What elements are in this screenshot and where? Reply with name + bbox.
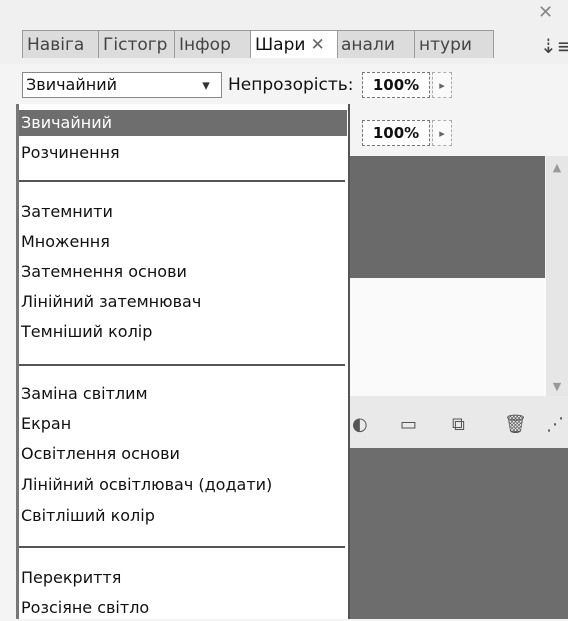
blend-option-multiply[interactable]: Множення bbox=[19, 229, 347, 255]
blend-option-linear-burn[interactable]: Лінійний затемнювач bbox=[19, 289, 347, 315]
new-layer-icon[interactable]: ⧉ bbox=[452, 414, 465, 435]
blend-option-color-dodge[interactable]: Освітлення основи bbox=[19, 441, 347, 467]
blend-mode-value: Звичайний bbox=[26, 75, 117, 94]
blend-option-dissolve[interactable]: Розчинення bbox=[19, 140, 347, 166]
tab-label: Шари bbox=[255, 35, 306, 55]
tab-label: анали bbox=[341, 35, 395, 55]
tab-label: Інфор bbox=[179, 35, 231, 55]
tab-navigator[interactable]: Навіга bbox=[22, 30, 100, 58]
adjustment-layer-icon[interactable]: ◐ bbox=[352, 414, 368, 435]
panel-menu-icon[interactable]: ⇣≡ bbox=[540, 34, 568, 58]
tab-layers[interactable]: Шари ✕ bbox=[250, 30, 338, 58]
menu-divider bbox=[19, 180, 345, 182]
canvas-background bbox=[345, 448, 568, 619]
tab-info[interactable]: Інфор bbox=[174, 30, 252, 58]
opacity-slider-arrow-icon[interactable]: ▸ bbox=[432, 72, 452, 98]
scroll-down-icon[interactable]: ▼ bbox=[546, 378, 568, 396]
tab-label: нтури bbox=[419, 35, 472, 55]
scroll-up-icon[interactable]: ▲ bbox=[546, 158, 568, 178]
tab-close-icon[interactable]: ✕ bbox=[310, 35, 324, 55]
layer-list-area bbox=[345, 278, 568, 396]
tab-label: Навіга bbox=[27, 35, 85, 55]
blend-option-screen[interactable]: Екран bbox=[19, 411, 347, 437]
blend-option-lighten[interactable]: Заміна світлим bbox=[19, 381, 347, 407]
fill-slider-arrow-icon[interactable]: ▸ bbox=[432, 120, 452, 146]
fill-input[interactable]: 100% bbox=[362, 120, 430, 146]
group-folder-icon[interactable]: ▭ bbox=[400, 414, 417, 435]
menu-divider bbox=[19, 364, 345, 366]
blend-option-normal[interactable]: Звичайний bbox=[19, 110, 347, 136]
layers-scrollbar[interactable] bbox=[546, 156, 568, 396]
menu-divider bbox=[19, 546, 345, 548]
tab-paths[interactable]: нтури bbox=[414, 30, 494, 58]
resize-grip-icon[interactable]: ⋰ bbox=[546, 414, 564, 435]
opacity-input[interactable]: 100% bbox=[362, 72, 430, 98]
opacity-label: Непрозорість: bbox=[228, 75, 354, 95]
blend-option-linear-dodge[interactable]: Лінійний освітлювач (додати) bbox=[19, 472, 347, 498]
tab-label: Гістогр bbox=[103, 35, 168, 55]
panel-close-icon[interactable]: ✕ bbox=[538, 2, 553, 23]
blend-option-color-burn[interactable]: Затемнення основи bbox=[19, 259, 347, 285]
tab-channels[interactable]: анали bbox=[336, 30, 416, 58]
trash-icon[interactable]: 🗑 bbox=[504, 414, 527, 435]
blend-option-lighter-color[interactable]: Світліший колір bbox=[19, 503, 347, 529]
blend-option-soft-light[interactable]: Розсіяне світло bbox=[19, 595, 347, 621]
chevron-down-icon[interactable]: ▾ bbox=[190, 72, 222, 98]
blend-option-darken[interactable]: Затемнити bbox=[19, 199, 347, 225]
blend-option-darker-color[interactable]: Темніший колір bbox=[19, 319, 347, 345]
blend-option-overlay[interactable]: Перекриття bbox=[19, 565, 347, 591]
layer-row-selected[interactable] bbox=[345, 156, 545, 278]
tab-histogram[interactable]: Гістогр bbox=[98, 30, 176, 58]
